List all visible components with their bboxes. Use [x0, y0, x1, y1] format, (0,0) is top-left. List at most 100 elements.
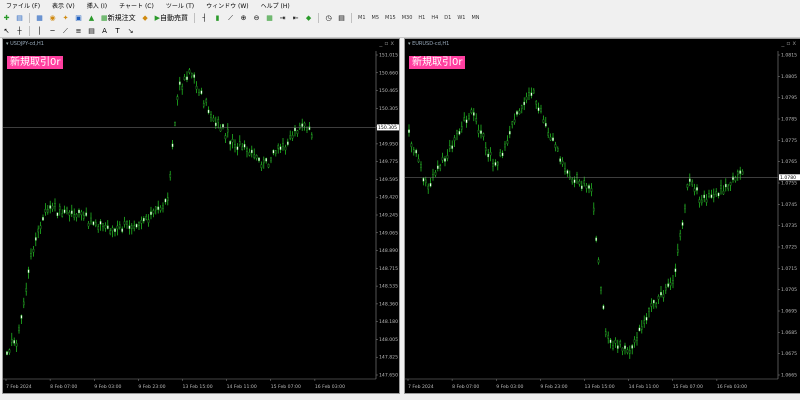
time-tick-label: 9 Feb 23:00 — [138, 384, 165, 390]
candle-body — [496, 161, 499, 166]
candle-body — [624, 345, 626, 349]
candle-body — [171, 143, 174, 148]
channel-icon[interactable]: ≡ — [73, 26, 84, 37]
data-window-icon[interactable]: ◉ — [47, 13, 58, 24]
arrows-icon[interactable]: ↘ — [125, 26, 136, 37]
chart-symbol-title: USDJPY-cd,H1 — [10, 41, 44, 47]
candle-body — [506, 140, 509, 144]
candle-body — [99, 221, 102, 225]
indicators-icon[interactable]: ◆ — [303, 13, 314, 24]
chart-window-eurusd[interactable]: 1.0815 1.0805 1.0795 1.0785 1.0775 1.0765 1.07… — [404, 38, 800, 394]
label-icon[interactable]: T — [112, 26, 123, 37]
candle-body — [492, 163, 494, 167]
profiles-icon[interactable]: ▤ — [14, 13, 25, 24]
templates-icon[interactable]: ▤ — [336, 13, 347, 24]
candle-body — [585, 185, 588, 189]
candle-body — [643, 320, 646, 324]
line-chart-icon[interactable]: ⟋ — [225, 13, 236, 24]
candlestick-icon[interactable]: ▮ — [212, 13, 223, 24]
candle-body — [684, 205, 686, 210]
menu-file[interactable]: ファイル (F) — [0, 1, 46, 10]
new-chart-icon[interactable]: ✚ — [1, 13, 12, 24]
chart-canvas-eurusd[interactable]: 1.0815 1.0805 1.0795 1.0785 1.0775 1.0765 1.07… — [405, 39, 800, 393]
candle-body — [226, 128, 229, 133]
timeframe-m30[interactable]: M30 — [399, 13, 416, 23]
candle-body — [212, 117, 215, 122]
menu-chart[interactable]: チャート (C) — [113, 1, 160, 10]
chart-window-usdjpy[interactable]: 151.015150.660150.465150.305150.130149.9… — [2, 38, 400, 394]
trendline-icon[interactable]: ⟋ — [60, 26, 71, 37]
timeframe-h4[interactable]: H4 — [428, 13, 441, 23]
timeframe-mn[interactable]: MN — [468, 13, 482, 23]
price-tick-label: 1.0765 — [781, 159, 797, 165]
bar-chart-icon[interactable]: ┤ — [199, 13, 210, 24]
timeframe-m5[interactable]: M5 — [369, 13, 383, 23]
menu-window[interactable]: ウィンドウ (W) — [200, 1, 255, 10]
candle-body — [652, 299, 655, 304]
chart-shift-icon[interactable]: ⇤ — [290, 13, 301, 24]
candle-body — [8, 349, 11, 353]
candle-body — [121, 228, 124, 232]
tile-windows-icon[interactable]: ▦ — [264, 13, 275, 24]
timeframe-d1[interactable]: D1 — [441, 13, 454, 23]
terminal-icon[interactable]: ▣ — [73, 13, 84, 24]
navigator-icon[interactable]: ✦ — [60, 13, 71, 24]
horizontal-line-icon[interactable]: ─ — [47, 26, 58, 37]
timeframe-h1[interactable]: H1 — [415, 13, 428, 23]
candle-body — [260, 164, 263, 168]
candle-body — [78, 209, 80, 214]
candle-body — [410, 143, 413, 147]
candle-body — [265, 158, 268, 162]
window-controls[interactable]: _▫x — [379, 39, 396, 49]
price-tick-label: 148.535 — [379, 284, 398, 290]
candle-body — [472, 112, 475, 116]
candle-body — [468, 115, 470, 120]
strategy-tester-icon[interactable]: ▲ — [86, 13, 97, 24]
candle-body — [274, 150, 277, 154]
timeframe-m1[interactable]: M1 — [355, 13, 369, 23]
candle-body — [660, 291, 662, 296]
current-price-label: 1.0780 — [780, 175, 796, 181]
periods-icon[interactable]: ◷ — [323, 13, 334, 24]
candle-body — [102, 223, 104, 227]
timeframe-m15[interactable]: M15 — [382, 13, 399, 23]
candle-body — [540, 108, 542, 112]
zoom-out-icon[interactable]: ⊖ — [251, 13, 262, 24]
chart-window-title: ▾ USDJPY-cd,H1 — [3, 39, 399, 49]
candle-body — [217, 119, 220, 123]
candle-body — [22, 301, 25, 306]
menu-view[interactable]: 表示 (V) — [46, 1, 81, 10]
vertical-line-icon[interactable]: │ — [34, 26, 45, 37]
zoom-in-icon[interactable]: ⊕ — [238, 13, 249, 24]
candle-body — [475, 118, 478, 122]
price-tick-label: 1.0705 — [781, 287, 797, 293]
menu-tools[interactable]: ツール (T) — [160, 1, 200, 10]
metaeditor-icon[interactable]: ◆ — [140, 13, 151, 24]
time-tick-label: 15 Feb 07:00 — [673, 384, 703, 390]
autotrade-button[interactable]: ▶ 自動売買 — [153, 13, 190, 24]
candle-body — [294, 127, 296, 132]
candle-body — [592, 207, 595, 212]
menu-help[interactable]: ヘルプ (H) — [255, 1, 296, 10]
candle-body — [674, 268, 677, 272]
candle-body — [552, 137, 554, 141]
candle-body — [511, 121, 514, 125]
crosshair-icon[interactable]: ┼ — [14, 26, 25, 37]
chart-canvas-usdjpy[interactable]: 151.015150.660150.465150.305150.130149.9… — [3, 39, 399, 393]
timeframe-w1[interactable]: W1 — [454, 13, 468, 23]
candle-body — [157, 206, 160, 210]
menu-insert[interactable]: 挿入 (I) — [81, 1, 113, 10]
auto-scroll-icon[interactable]: ⇥ — [277, 13, 288, 24]
candle-body — [279, 146, 282, 150]
window-controls[interactable]: _▫x — [781, 39, 798, 49]
candle-body — [648, 308, 650, 312]
candle-body — [145, 216, 148, 220]
new-order-button[interactable]: ▦ 新規注文 — [99, 13, 138, 24]
market-watch-icon[interactable]: ▦ — [34, 13, 45, 24]
candle-body — [532, 89, 535, 94]
cursor-icon[interactable]: ↖ — [1, 26, 12, 37]
text-icon[interactable]: A — [99, 26, 110, 37]
candle-body — [470, 109, 473, 114]
price-tick-label: 148.005 — [379, 337, 398, 343]
fibonacci-icon[interactable]: ▤ — [86, 26, 97, 37]
